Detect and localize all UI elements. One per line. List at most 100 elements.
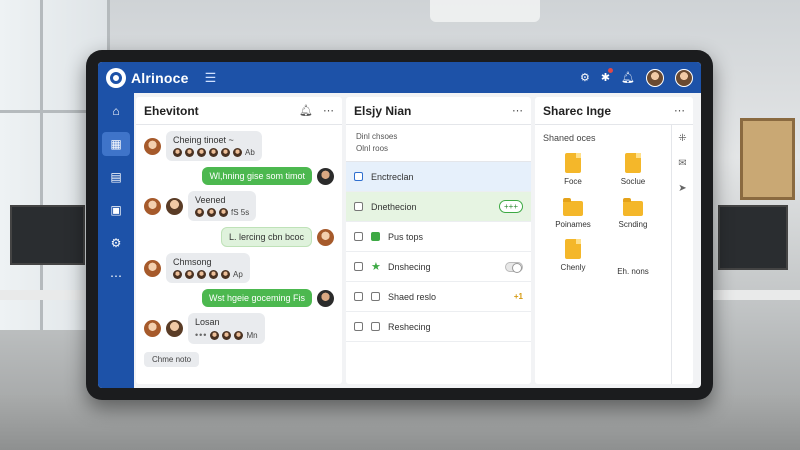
folder-icon bbox=[623, 198, 643, 216]
star-icon: ★ bbox=[371, 261, 381, 273]
files-side-toolbar: ⁜ ✉ ➤ bbox=[671, 125, 693, 384]
task-checkbox[interactable] bbox=[371, 292, 380, 301]
participants-label: Mn bbox=[246, 330, 258, 340]
home-icon[interactable]: ⌂ bbox=[102, 99, 130, 123]
tablet-device: Alrinoce ☰ ⚙ ✱ 🔔︎ ⌂ ▦ ▤ ▣ ⚙ ⋯ Ehevitont … bbox=[86, 50, 713, 400]
task-checkbox[interactable] bbox=[354, 202, 363, 211]
message-bubble: Cheing tinoet ~ Ab bbox=[166, 131, 262, 161]
files-header: Sharec Inge ⋯ bbox=[535, 97, 693, 125]
file-label: Chenly bbox=[560, 263, 586, 272]
grid-icon[interactable]: ▦ bbox=[102, 132, 130, 156]
typing-dots-icon: ••• bbox=[195, 330, 208, 340]
avatar bbox=[317, 167, 334, 185]
file-label: Scnding bbox=[618, 220, 648, 229]
folder-icon bbox=[563, 198, 583, 216]
file-item[interactable]: Scnding bbox=[603, 196, 663, 229]
more-icon[interactable]: ⋯ bbox=[512, 104, 523, 117]
participants: fS 5s bbox=[195, 208, 249, 217]
task-badge: +++ bbox=[498, 200, 523, 213]
message-bubble: Wl,hning gise som timot bbox=[202, 167, 312, 185]
message: Wl,hning gise som timot bbox=[144, 167, 334, 185]
file-label: Foce bbox=[564, 177, 582, 186]
task-item[interactable]: Enctreclan bbox=[346, 162, 531, 192]
task-checkbox[interactable] bbox=[354, 232, 363, 241]
bell-icon[interactable]: 🔔︎ bbox=[299, 104, 313, 117]
avatar bbox=[317, 228, 334, 246]
message: Wst hgeie goceming Fis bbox=[144, 289, 334, 307]
chat-panel: Ehevitont 🔔︎ ⋯ Cheing tinoet ~ Ab Wl,hni… bbox=[136, 97, 342, 384]
calendar-icon[interactable]: ▣ bbox=[102, 198, 130, 222]
participants-label: Ab bbox=[245, 148, 255, 157]
more-icon[interactable]: ⋯ bbox=[674, 104, 685, 117]
notifications-icon[interactable]: ✱ bbox=[601, 68, 614, 84]
document-icon bbox=[565, 239, 581, 259]
participants-label: fS 5s bbox=[231, 208, 250, 217]
file-label: Soclue bbox=[620, 177, 646, 186]
task-item[interactable]: Reshecing bbox=[346, 312, 531, 342]
message-bubble: Wst hgeie goceming Fis bbox=[201, 289, 312, 307]
task-label: Dnshecing bbox=[388, 261, 431, 272]
avatar bbox=[144, 137, 161, 155]
message-list: Cheing tinoet ~ Ab Wl,hning gise som tim… bbox=[136, 125, 342, 373]
participants: Ab bbox=[173, 148, 255, 157]
file-item[interactable]: Soclue bbox=[603, 153, 663, 186]
message-text: Cheing tinoet ~ bbox=[173, 135, 234, 145]
notes-chip[interactable]: Chme noto bbox=[144, 352, 200, 367]
send-icon[interactable]: ➤ bbox=[678, 183, 686, 194]
message: L. lercing cbn bcoc bbox=[144, 227, 334, 247]
file-grid: Foce Soclue Poinames Scnding Chenly Eh. … bbox=[543, 153, 663, 276]
floor bbox=[0, 395, 800, 450]
task-item[interactable]: Pus tops bbox=[346, 222, 531, 252]
file-label: Eh. nons bbox=[617, 267, 649, 276]
file-item[interactable]: Eh. nons bbox=[603, 239, 663, 276]
task-item[interactable]: Dnethecion +++ bbox=[346, 192, 531, 222]
adjust-icon[interactable]: ⁜ bbox=[678, 133, 686, 144]
files-body: Shaned oces Foce Soclue Poinames Scnding… bbox=[535, 125, 693, 384]
task-checkbox[interactable] bbox=[354, 172, 363, 181]
task-label: Shaed reslo bbox=[388, 291, 437, 302]
avatar[interactable] bbox=[646, 68, 664, 87]
task-tag: +1 bbox=[513, 292, 523, 301]
background-monitor-left bbox=[10, 205, 85, 265]
files-subtitle: Shaned oces bbox=[543, 133, 596, 143]
bell-icon[interactable]: 🔔︎ bbox=[621, 71, 635, 84]
settings-icon[interactable]: ⚙ bbox=[580, 71, 590, 84]
avatar bbox=[144, 320, 161, 337]
task-checkbox[interactable] bbox=[354, 322, 363, 331]
message-bubble: L. lercing cbn bcoc bbox=[220, 227, 312, 247]
app-title: Alrinoce bbox=[131, 69, 189, 86]
settings-icon[interactable]: ⚙ bbox=[102, 231, 130, 255]
more-icon[interactable]: ⋯ bbox=[323, 104, 334, 117]
document-icon[interactable]: ▤ bbox=[102, 165, 130, 189]
task-label: Pus tops bbox=[388, 231, 424, 242]
file-item[interactable]: Chenly bbox=[543, 239, 603, 276]
message-bubble: Veened fS 5s bbox=[188, 191, 257, 221]
files-panel-title: Sharec Inge bbox=[543, 103, 612, 118]
app-logo-icon bbox=[106, 67, 126, 88]
more-icon[interactable]: ⋯ bbox=[102, 264, 130, 288]
message-text: Veened bbox=[195, 195, 226, 205]
task-checkbox[interactable] bbox=[354, 262, 363, 271]
task-label: Dnethecion bbox=[371, 201, 417, 212]
task-checkbox[interactable] bbox=[354, 292, 363, 301]
task-checkbox[interactable] bbox=[371, 322, 380, 331]
file-item[interactable]: Foce bbox=[543, 153, 603, 186]
sidebar: ⌂ ▦ ▤ ▣ ⚙ ⋯ bbox=[98, 93, 134, 388]
task-item[interactable]: ★ Dnshecing bbox=[346, 252, 531, 282]
message: Veened fS 5s bbox=[144, 191, 334, 221]
file-label: Poinames bbox=[555, 220, 591, 229]
message-text: Losan bbox=[195, 317, 220, 327]
task-toggle[interactable] bbox=[505, 261, 523, 273]
menu-lines-icon[interactable]: ☰ bbox=[205, 70, 217, 86]
message-bubble: Chmsong Ap bbox=[166, 253, 250, 283]
document-icon bbox=[565, 153, 581, 173]
mail-icon[interactable]: ✉ bbox=[678, 158, 686, 169]
task-item[interactable]: Shaed reslo +1 bbox=[346, 282, 531, 312]
chat-header: Ehevitont 🔔︎ ⋯ bbox=[136, 97, 342, 125]
avatar[interactable] bbox=[675, 68, 693, 87]
task-panel: Elsjy Nian ⋯ Dinl chsoes Olnl roos Enctr… bbox=[346, 97, 531, 384]
app-screen: Alrinoce ☰ ⚙ ✱ 🔔︎ ⌂ ▦ ▤ ▣ ⚙ ⋯ Ehevitont … bbox=[98, 62, 701, 388]
file-item[interactable]: Poinames bbox=[543, 196, 603, 229]
message-bubble: Losan ••• Mn bbox=[188, 313, 265, 344]
document-icon bbox=[625, 153, 641, 173]
